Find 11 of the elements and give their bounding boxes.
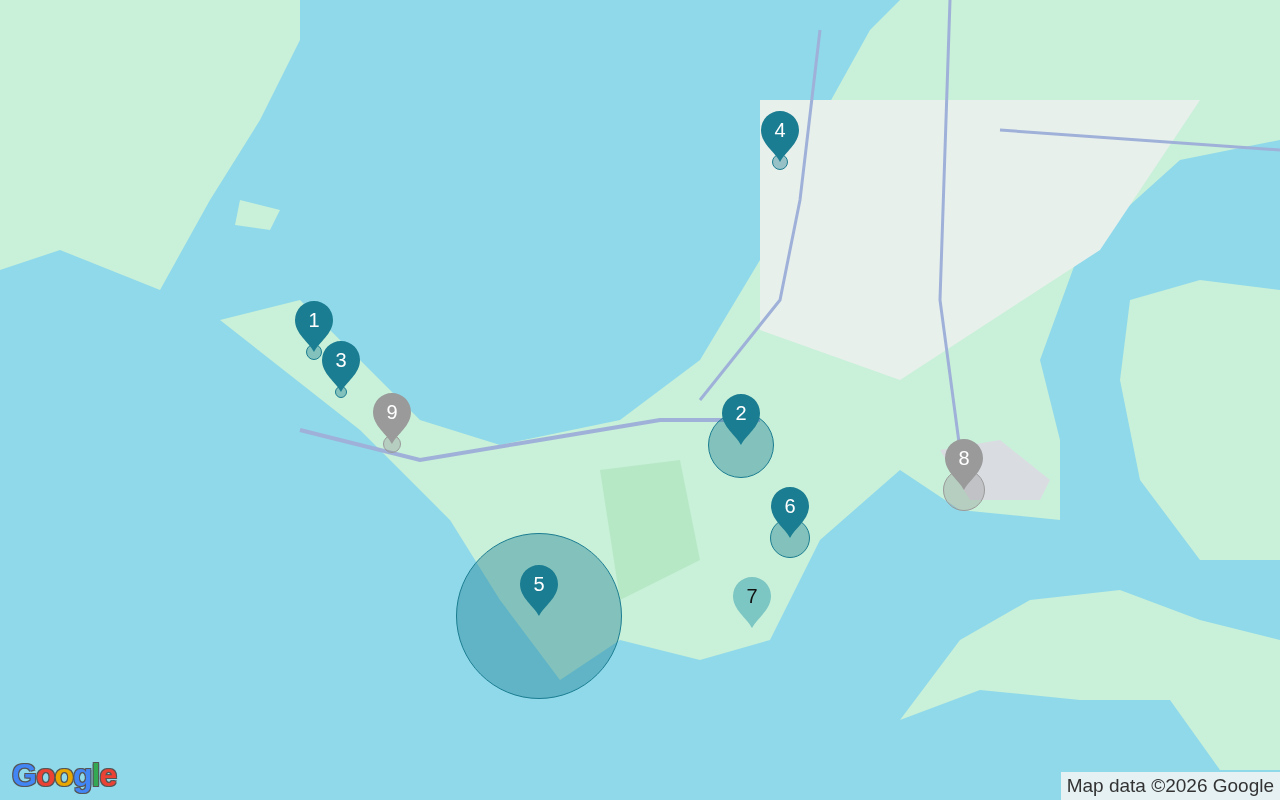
map-marker[interactable]: 1	[294, 300, 334, 352]
map-marker[interactable]: 6	[770, 486, 810, 538]
map-marker[interactable]: 5	[519, 564, 559, 616]
map-marker[interactable]: 8	[944, 438, 984, 490]
map-marker[interactable]: 3	[321, 340, 361, 392]
logo: Google	[12, 756, 117, 794]
map-marker[interactable]: 4	[760, 110, 800, 162]
map-marker[interactable]: 2	[721, 393, 761, 445]
map-marker[interactable]: 7	[732, 576, 772, 628]
map-marker[interactable]: 9	[372, 392, 412, 444]
attribution-text: Map data ©2026 Google	[1060, 772, 1280, 800]
